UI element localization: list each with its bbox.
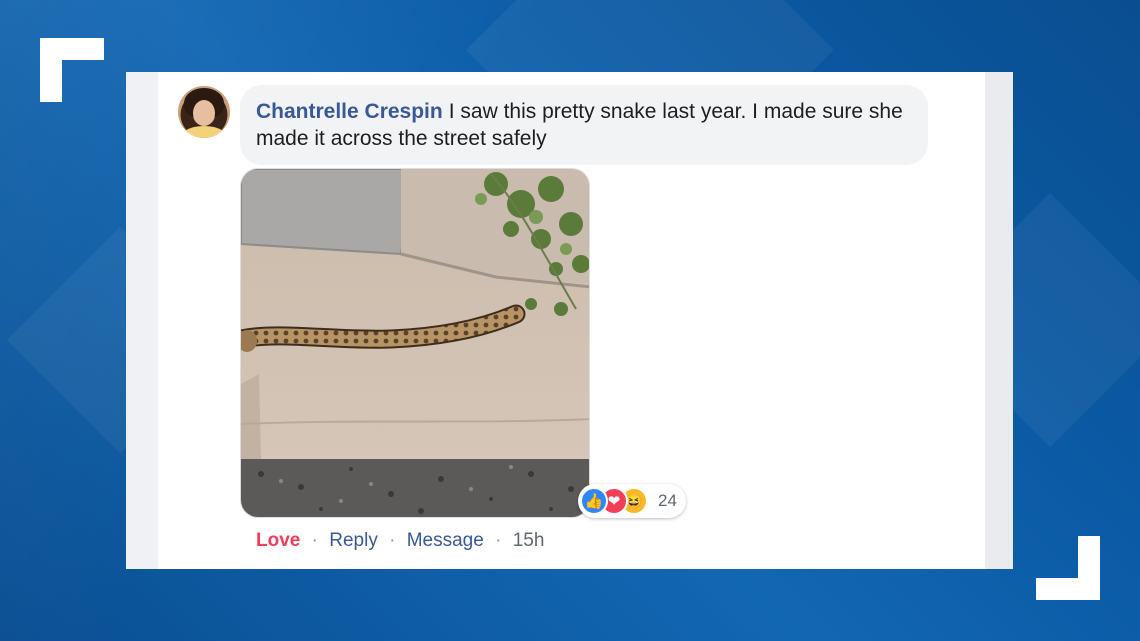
message-button[interactable]: Message [407, 530, 484, 551]
comment-photo[interactable] [240, 168, 590, 518]
corner-bracket-top-left [40, 38, 104, 102]
reaction-count: 24 [658, 491, 677, 510]
like-icon: 👍 [580, 487, 608, 515]
reply-button[interactable]: Reply [329, 530, 378, 551]
separator-dot: · [389, 530, 396, 551]
comment-bubble: Chantrelle Crespin I saw this pretty snak… [240, 85, 928, 165]
comment-actions: Love · Reply · Message · 15h [256, 530, 544, 552]
comment-author-link[interactable]: Chantrelle Crespin [256, 100, 443, 123]
reactions-summary[interactable]: 👍 ❤ 😆 24 [578, 484, 686, 518]
comment-card: Chantrelle Crespin I saw this pretty snak… [126, 72, 1013, 569]
comment-timestamp[interactable]: 15h [513, 530, 545, 551]
corner-bracket-bottom-right [1036, 536, 1100, 600]
avatar-shoulder [182, 126, 226, 138]
separator-dot: · [311, 530, 318, 551]
snake-photo [241, 169, 589, 517]
separator-dot: · [495, 530, 502, 551]
love-button[interactable]: Love [256, 530, 300, 551]
avatar-face [193, 100, 215, 126]
comment-body: Chantrelle Crespin I saw this pretty snak… [256, 98, 912, 152]
card-left-rail [126, 72, 158, 569]
card-right-rail [985, 72, 1013, 569]
avatar[interactable] [178, 86, 230, 138]
